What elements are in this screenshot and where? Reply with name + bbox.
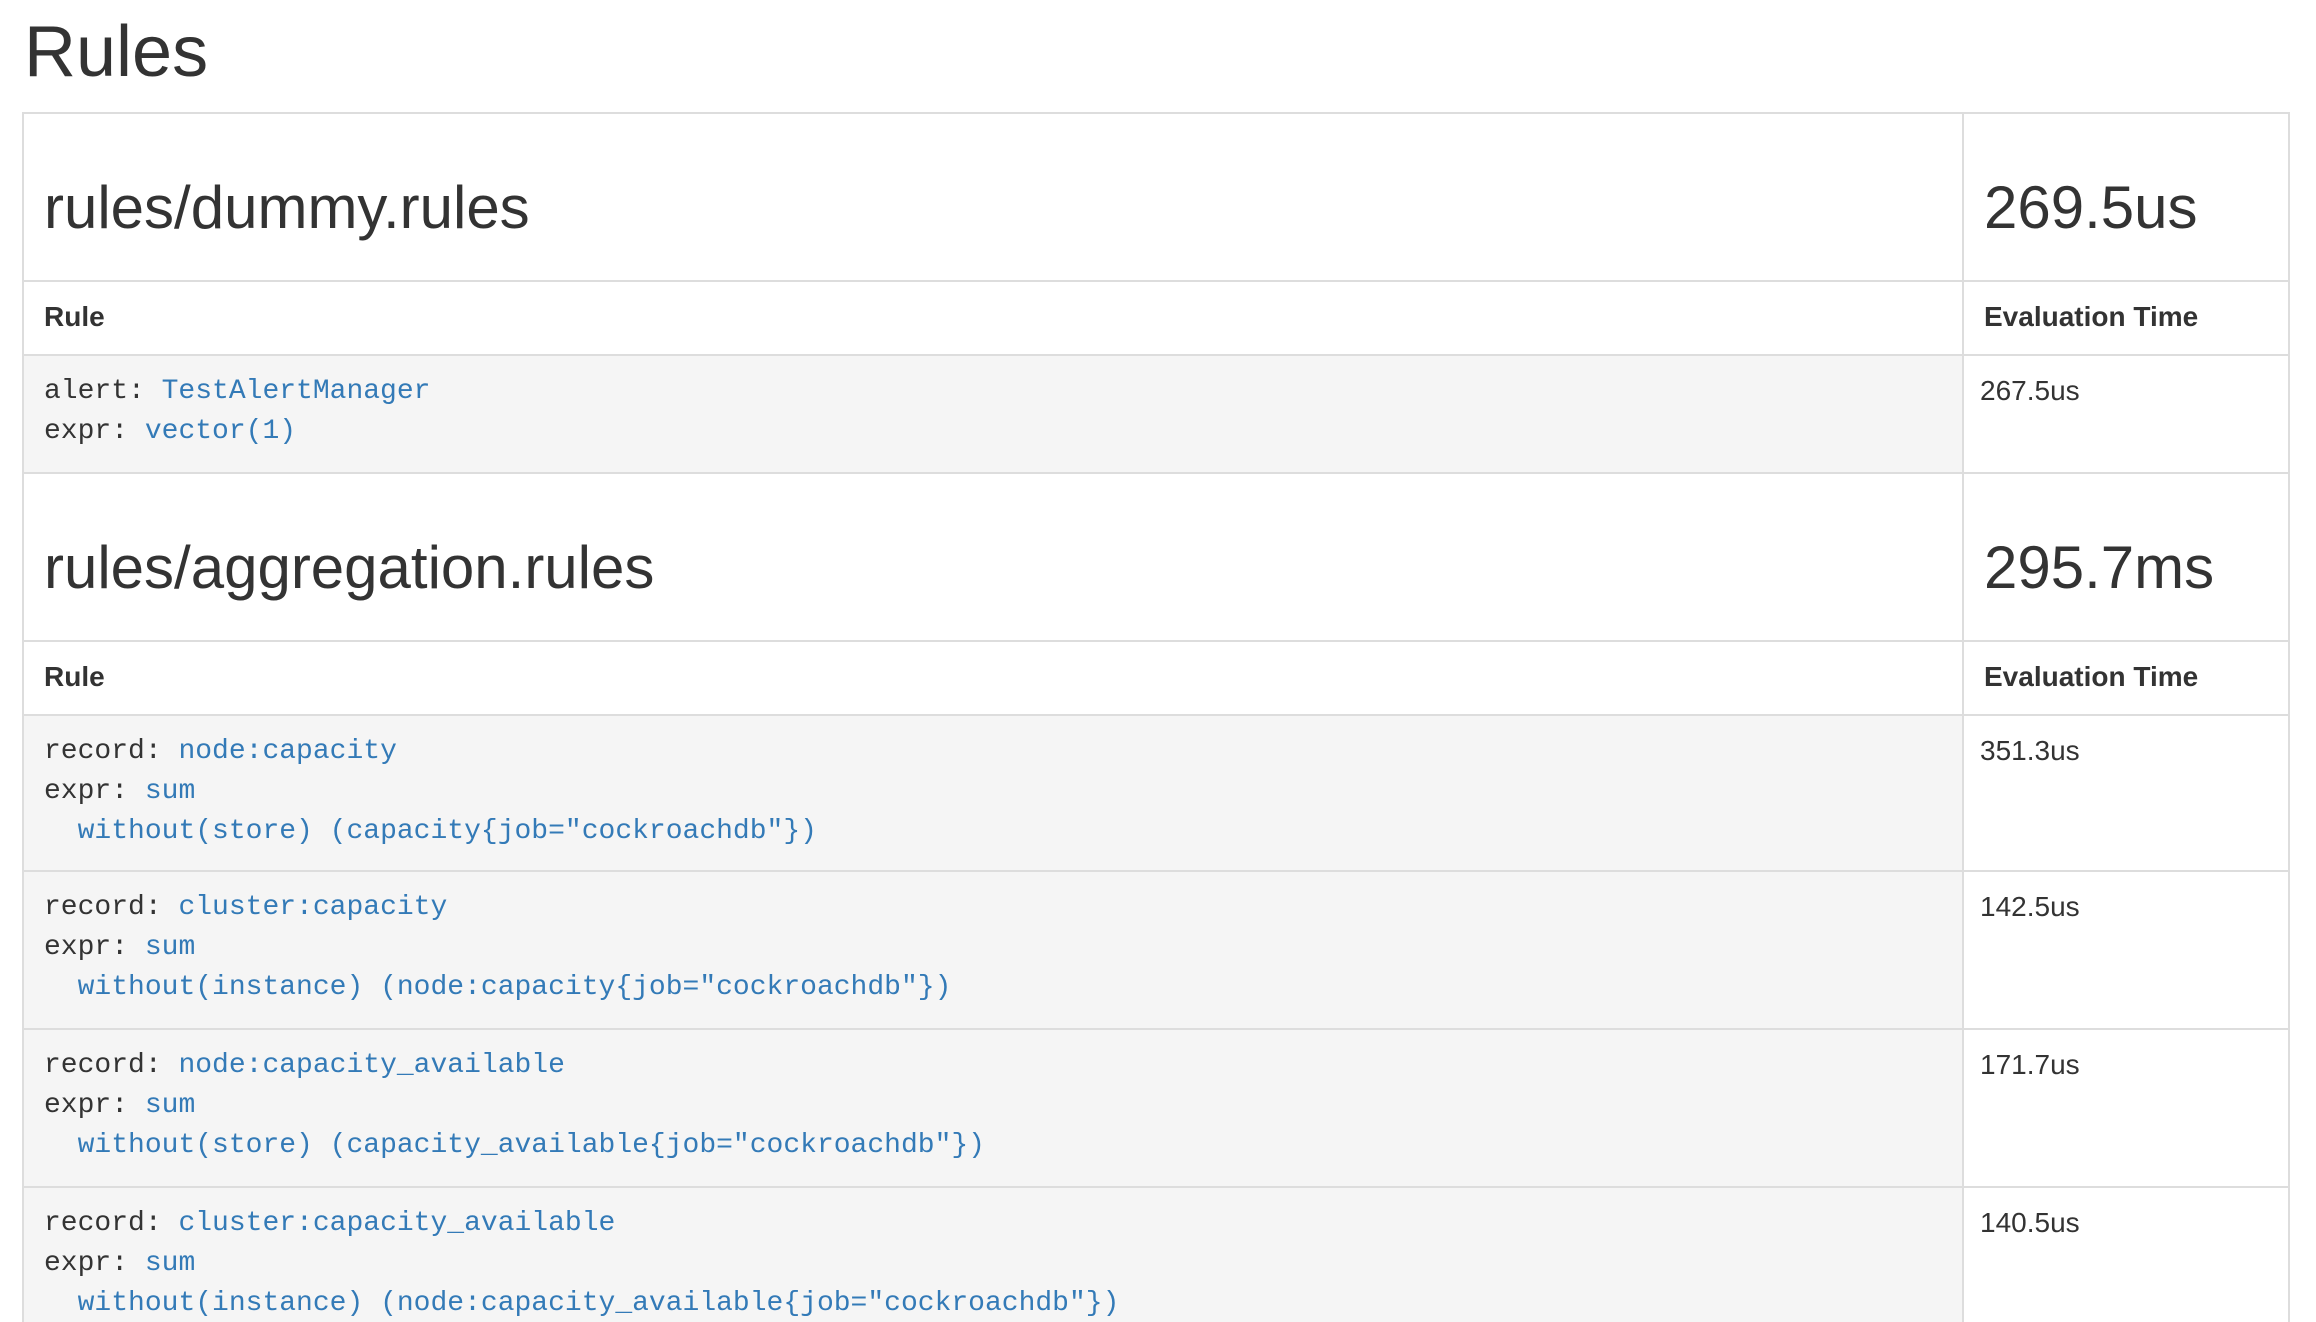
page-title: Rules — [24, 12, 2290, 91]
rule-cell: alert: TestAlertManager expr: vector(1) — [23, 354, 1963, 472]
rules-page: Rules rules/dummy.rules 269.5us Rule — [0, 0, 2316, 1322]
rule-eval-time: 351.3us — [1963, 714, 2289, 872]
rule-column-header: Rule — [23, 280, 1963, 354]
rule-expr-link[interactable]: sum without(instance) (node:capacity{job… — [44, 933, 951, 1005]
rule-group-eval-cell: 295.7ms — [1963, 472, 2289, 640]
rule-group-eval-cell: 269.5us — [1963, 112, 2289, 280]
expr-keyword: expr: — [44, 775, 145, 807]
column-header-row: Rule Evaluation Time — [23, 640, 2289, 714]
expr-keyword: expr: — [44, 1249, 145, 1281]
rule-row: record: cluster:capacity expr: sum witho… — [23, 872, 2289, 1030]
rule-expr-link[interactable]: vector(1) — [145, 415, 296, 447]
rule-cell: record: cluster:capacity_available expr:… — [23, 1188, 1963, 1322]
rule-group-file-cell: rules/dummy.rules — [23, 112, 1963, 280]
rule-eval-time: 267.5us — [1963, 354, 2289, 472]
eval-time-column-header: Evaluation Time — [1963, 640, 2289, 714]
expr-keyword: expr: — [44, 415, 145, 447]
rule-keyword: record: — [44, 1051, 178, 1083]
page-container: Rules rules/dummy.rules 269.5us Rule — [0, 12, 2316, 1322]
rule-group-file-cell: rules/aggregation.rules — [23, 472, 1963, 640]
rule-expr-link[interactable]: sum without(instance) (node:capacity_ava… — [44, 1249, 1119, 1321]
rule-group-file: rules/dummy.rules — [44, 175, 1942, 241]
alert-name-link[interactable]: TestAlertManager — [162, 375, 431, 407]
rule-expr-link[interactable]: sum without(store) (capacity{job="cockro… — [44, 775, 817, 847]
rule-keyword: alert: — [44, 375, 162, 407]
rule-group-eval-time: 295.7ms — [1984, 535, 2268, 601]
rule-cell: record: node:capacity_available expr: su… — [23, 1030, 1963, 1188]
rule-row: record: cluster:capacity_available expr:… — [23, 1188, 2289, 1322]
record-name-link[interactable]: cluster:capacity_available — [178, 1209, 615, 1241]
rule-cell: record: node:capacity expr: sum without(… — [23, 714, 1963, 872]
expr-keyword: expr: — [44, 1091, 145, 1123]
rule-eval-time: 142.5us — [1963, 872, 2289, 1030]
rule-group-row: rules/dummy.rules 269.5us — [23, 112, 2289, 280]
rule-row: record: node:capacity expr: sum without(… — [23, 714, 2289, 872]
rule-keyword: record: — [44, 735, 178, 767]
rule-row: record: node:capacity_available expr: su… — [23, 1030, 2289, 1188]
rule-eval-time: 140.5us — [1963, 1188, 2289, 1322]
eval-time-column-header: Evaluation Time — [1963, 280, 2289, 354]
rule-row: alert: TestAlertManager expr: vector(1) … — [23, 354, 2289, 472]
rule-group-file: rules/aggregation.rules — [44, 535, 1942, 601]
rule-keyword: record: — [44, 1209, 178, 1241]
rules-table: rules/dummy.rules 269.5us Rule Evaluatio… — [22, 111, 2290, 1322]
expr-keyword: expr: — [44, 933, 145, 965]
record-name-link[interactable]: node:capacity — [178, 735, 396, 767]
record-name-link[interactable]: cluster:capacity — [178, 893, 447, 925]
record-name-link[interactable]: node:capacity_available — [178, 1051, 564, 1083]
rule-eval-time: 171.7us — [1963, 1030, 2289, 1188]
rule-group-eval-time: 269.5us — [1984, 175, 2268, 241]
rule-column-header: Rule — [23, 640, 1963, 714]
rule-cell: record: cluster:capacity expr: sum witho… — [23, 872, 1963, 1030]
rule-group-row: rules/aggregation.rules 295.7ms — [23, 472, 2289, 640]
rule-keyword: record: — [44, 893, 178, 925]
rule-expr-link[interactable]: sum without(store) (capacity_available{j… — [44, 1091, 985, 1163]
column-header-row: Rule Evaluation Time — [23, 280, 2289, 354]
